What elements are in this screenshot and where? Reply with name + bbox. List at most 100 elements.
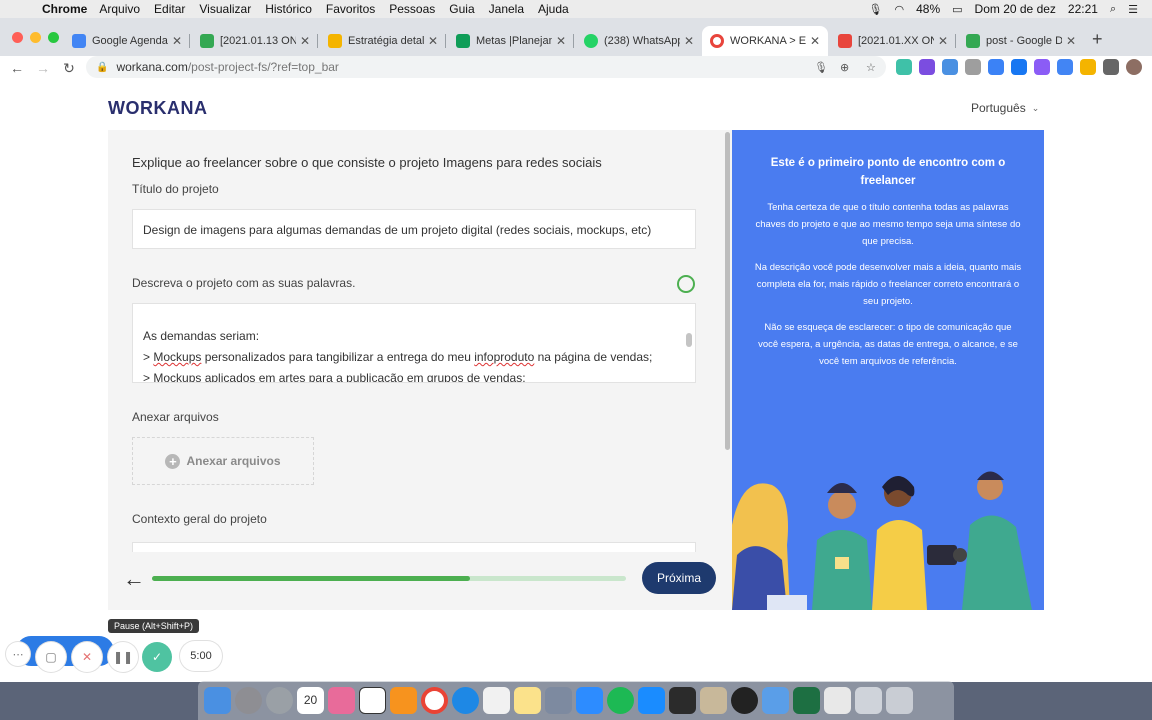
extension-icon[interactable] xyxy=(965,59,981,75)
browser-tab[interactable]: [2021.01.XX ONE ✕ xyxy=(830,26,956,56)
notion-icon[interactable] xyxy=(359,687,386,714)
attach-files-button[interactable]: + Anexar arquivos xyxy=(132,437,314,485)
extension-icon[interactable] xyxy=(988,59,1004,75)
system-preferences-icon[interactable] xyxy=(235,687,262,714)
finder-icon[interactable] xyxy=(204,687,231,714)
browser-tab[interactable]: (238) WhatsApp ✕ xyxy=(576,26,702,56)
project-context-input[interactable] xyxy=(132,542,696,552)
next-button[interactable]: Próxima xyxy=(642,562,716,594)
close-tab-icon[interactable]: ✕ xyxy=(428,34,438,48)
downloads-icon[interactable] xyxy=(824,687,851,714)
reload-icon[interactable]: ↻ xyxy=(56,60,82,77)
menu-guia[interactable]: Guia xyxy=(449,2,474,16)
wifi-icon[interactable]: ◠ xyxy=(894,3,904,16)
extension-icon[interactable] xyxy=(1011,59,1027,75)
photos-app-icon[interactable] xyxy=(328,687,355,714)
cancel-recording-icon[interactable]: ✕ xyxy=(72,642,102,672)
app-store-icon[interactable] xyxy=(638,687,665,714)
trash-icon[interactable] xyxy=(886,687,913,714)
browser-tab-active[interactable]: WORKANA > Ent ✕ xyxy=(702,26,828,56)
workana-logo[interactable]: WORKANA xyxy=(108,98,208,119)
menu-pessoas[interactable]: Pessoas xyxy=(389,2,435,16)
menu-favoritos[interactable]: Favoritos xyxy=(326,2,375,16)
preview-icon[interactable] xyxy=(545,687,572,714)
menu-historico[interactable]: Histórico xyxy=(265,2,312,16)
textarea-scrollbar[interactable] xyxy=(686,333,692,347)
lock-icon[interactable]: 🔒 xyxy=(96,62,108,73)
microphone-icon[interactable]: 🎙 xyxy=(869,3,883,16)
microphone-search-icon[interactable]: 🎙 xyxy=(814,61,828,74)
menu-ajuda[interactable]: Ajuda xyxy=(538,2,569,16)
menubar-app-name[interactable]: Chrome xyxy=(42,2,87,16)
bookmark-star-icon[interactable]: ☆ xyxy=(866,61,876,74)
notes-icon[interactable] xyxy=(514,687,541,714)
spotify-icon[interactable] xyxy=(607,687,634,714)
browser-tab[interactable]: Metas |Planejam ✕ xyxy=(448,26,574,56)
safari-icon[interactable] xyxy=(452,687,479,714)
drive-favicon-icon xyxy=(966,34,980,48)
finish-recording-check-icon[interactable]: ✓ xyxy=(142,642,172,672)
address-bar[interactable]: 🔒 workana.com/post-project-fs/?ref=top_b… xyxy=(86,56,886,78)
browser-tab-strip: Google Agenda - ✕ [2021.01.13 ONE ✕ Estr… xyxy=(0,18,1152,56)
puzzle-extensions-icon[interactable] xyxy=(1103,59,1119,75)
menu-editar[interactable]: Editar xyxy=(154,2,185,16)
calendar-icon[interactable]: 20 xyxy=(297,687,324,714)
extension-icon[interactable] xyxy=(919,59,935,75)
podcast-app-icon[interactable] xyxy=(390,687,417,714)
close-tab-icon[interactable]: ✕ xyxy=(810,34,820,48)
page-scrollbar[interactable] xyxy=(722,130,732,610)
browser-tab[interactable]: [2021.01.13 ONE ✕ xyxy=(192,26,318,56)
camera-off-icon[interactable]: ▢ xyxy=(36,642,66,672)
forward-arrow-icon[interactable]: → xyxy=(30,60,56,76)
new-tab-button[interactable]: + xyxy=(1092,29,1103,50)
close-tab-icon[interactable]: ✕ xyxy=(1066,34,1076,48)
zoom-app-icon[interactable] xyxy=(576,687,603,714)
books-icon[interactable] xyxy=(700,687,727,714)
kindle-icon[interactable] xyxy=(669,687,696,714)
back-arrow-icon[interactable]: ← xyxy=(123,566,145,592)
documents-stack-icon[interactable] xyxy=(855,687,882,714)
launchpad-icon[interactable] xyxy=(266,687,293,714)
extension-icon[interactable] xyxy=(1057,59,1073,75)
control-center-icon[interactable]: ☰ xyxy=(1128,3,1138,16)
browser-toolbar: ← → ↻ 🔒 workana.com/post-project-fs/?ref… xyxy=(0,56,1152,80)
project-title-input[interactable]: Design de imagens para algumas demandas … xyxy=(132,209,696,249)
menu-arquivo[interactable]: Arquivo xyxy=(99,2,140,16)
keeper-icon[interactable] xyxy=(731,687,758,714)
browser-tab[interactable]: post - Google Dr ✕ xyxy=(958,26,1084,56)
excel-icon[interactable] xyxy=(793,687,820,714)
chrome-favicon-icon xyxy=(710,34,724,48)
close-tab-icon[interactable]: ✕ xyxy=(172,34,182,48)
browser-tab[interactable]: Google Agenda - ✕ xyxy=(64,26,190,56)
minimize-window-button[interactable] xyxy=(30,32,41,43)
close-window-button[interactable] xyxy=(12,32,23,43)
spotlight-search-icon[interactable]: ⌕ xyxy=(1110,3,1116,16)
menubar-time[interactable]: 22:21 xyxy=(1068,2,1098,16)
extension-icon[interactable] xyxy=(942,59,958,75)
menu-janela[interactable]: Janela xyxy=(489,2,524,16)
extension-icon[interactable] xyxy=(1034,59,1050,75)
pause-button-icon[interactable]: ❚❚ xyxy=(108,642,138,672)
more-options-icon[interactable]: ⋯ xyxy=(6,642,30,666)
language-selector[interactable]: Português ⌄ xyxy=(971,101,1039,115)
chrome-icon[interactable] xyxy=(421,687,448,714)
zoom-plus-icon[interactable]: ⊕ xyxy=(840,61,849,74)
zoom-window-button[interactable] xyxy=(48,32,59,43)
profile-avatar[interactable] xyxy=(1126,59,1142,75)
project-description-textarea[interactable]: As demandas seriam: > Mockups personaliz… xyxy=(132,303,696,383)
close-tab-icon[interactable]: ✕ xyxy=(300,34,310,48)
browser-tab[interactable]: Estratégia detalh ✕ xyxy=(320,26,446,56)
close-tab-icon[interactable]: ✕ xyxy=(556,34,566,48)
back-arrow-icon[interactable]: ← xyxy=(4,60,30,76)
close-tab-icon[interactable]: ✕ xyxy=(684,34,694,48)
menu-visualizar[interactable]: Visualizar xyxy=(199,2,251,16)
extension-icon[interactable] xyxy=(896,59,912,75)
battery-level[interactable]: 48% xyxy=(916,2,940,16)
extension-icon[interactable] xyxy=(1080,59,1096,75)
onedrive-icon[interactable] xyxy=(762,687,789,714)
textedit-icon[interactable] xyxy=(483,687,510,714)
menubar-date[interactable]: Dom 20 de dez xyxy=(975,2,1056,16)
scrollbar-thumb[interactable] xyxy=(725,132,730,450)
tips-title: Este é o primeiro ponto de encontro com … xyxy=(770,157,1006,187)
close-tab-icon[interactable]: ✕ xyxy=(938,34,948,48)
